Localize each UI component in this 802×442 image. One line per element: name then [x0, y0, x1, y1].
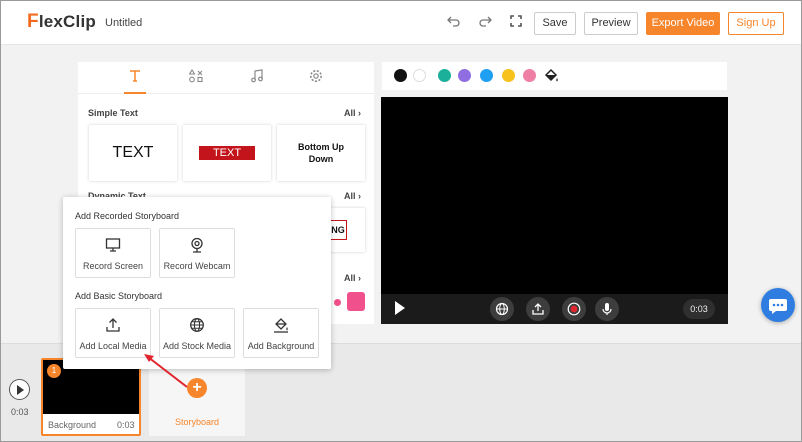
dynamic-text-peek: NG [329, 220, 347, 240]
simple-text-card[interactable]: TEXT [89, 125, 177, 181]
microphone-button[interactable] [595, 297, 619, 321]
chat-bubble-icon [769, 299, 787, 314]
timeline-play-icon[interactable] [9, 379, 30, 400]
flexclip-logo[interactable]: FlexClip [27, 11, 96, 33]
simple-text-card[interactable]: Bottom Up Down [277, 125, 365, 181]
color-toolbar [382, 62, 727, 90]
tab-settings[interactable] [306, 68, 326, 88]
storyboard-clip[interactable]: 1 Background 0:03 [41, 358, 141, 436]
paint-bucket-icon [244, 317, 318, 333]
add-local-media-button[interactable]: Add Local Media [75, 308, 151, 358]
music-icon [251, 69, 263, 83]
monitor-icon [76, 237, 150, 253]
video-preview[interactable] [381, 97, 728, 294]
globe-icon [160, 317, 234, 333]
undo-icon[interactable] [446, 14, 462, 30]
panel-tabs [78, 62, 374, 94]
color-swatch-blue[interactable] [480, 69, 493, 82]
top-bar: FlexClip Untitled Save Preview Export Vi… [1, 1, 801, 45]
color-swatch-teal[interactable] [438, 69, 451, 82]
save-button[interactable]: Save [534, 12, 576, 35]
webcam-icon [160, 237, 234, 253]
record-screen-button[interactable]: Record Screen [75, 228, 151, 278]
card-text-red-banner: TEXT [199, 146, 255, 160]
video-controls: 0:03 [381, 294, 728, 324]
recorded-storyboard-heading: Add Recorded Storyboard [75, 211, 180, 221]
export-video-button[interactable]: Export Video [646, 12, 720, 35]
clip-number-badge: 1 [47, 364, 61, 378]
color-swatch-black[interactable] [394, 69, 407, 82]
add-storyboard-button[interactable]: + [187, 378, 207, 398]
simple-text-card[interactable]: TEXT [183, 125, 271, 181]
simple-text-title: Simple Text [88, 108, 138, 118]
simple-text-all-link[interactable]: All › [344, 108, 361, 118]
pink-shape-card[interactable] [347, 292, 365, 311]
record-button[interactable] [562, 297, 586, 321]
color-swatch-pink[interactable] [523, 69, 536, 82]
upload-button[interactable] [526, 297, 550, 321]
preview-button[interactable]: Preview [584, 12, 638, 35]
add-stock-media-button[interactable]: Add Stock Media [159, 308, 235, 358]
clip-duration: 0:03 [117, 420, 135, 430]
tab-text[interactable] [125, 68, 145, 88]
clip-label: Background [48, 420, 97, 430]
upload-icon [76, 317, 150, 333]
card-text-plain: TEXT [112, 144, 154, 161]
fullscreen-icon[interactable] [508, 14, 524, 30]
sign-up-button[interactable]: Sign Up [728, 12, 784, 35]
video-time-readout: 0:03 [683, 299, 715, 319]
upload-icon [532, 303, 544, 315]
paint-bucket-icon[interactable] [543, 68, 559, 84]
add-storyboard-popup: Add Recorded Storyboard Record Screen Re… [63, 197, 331, 369]
third-section-all-link[interactable]: All › [344, 273, 361, 283]
record-icon [567, 302, 581, 316]
shapes-icon [188, 68, 203, 83]
storyboard-label: Storyboard [174, 417, 220, 427]
basic-storyboard-heading: Add Basic Storyboard [75, 291, 163, 301]
color-swatch-purple[interactable] [458, 69, 471, 82]
settings-icon [310, 70, 322, 82]
tab-music[interactable] [247, 68, 267, 88]
dynamic-text-all-link[interactable]: All › [344, 191, 361, 201]
active-tab-indicator [124, 92, 146, 94]
card-text-bottom-up: Bottom Up Down [298, 142, 344, 164]
play-icon[interactable] [395, 301, 405, 315]
redo-icon[interactable] [477, 14, 493, 30]
color-swatch-white[interactable] [413, 69, 426, 82]
app-window: FlexClip Untitled Save Preview Export Vi… [0, 0, 802, 442]
record-webcam-button[interactable]: Record Webcam [159, 228, 235, 278]
text-icon [130, 70, 140, 82]
color-swatch-yellow[interactable] [502, 69, 515, 82]
pink-dot-decoration [334, 299, 341, 306]
chat-support-button[interactable] [761, 288, 795, 322]
microphone-icon [602, 303, 612, 315]
timeline-time: 0:03 [11, 407, 29, 417]
globe-icon [495, 302, 509, 316]
tab-elements[interactable] [186, 68, 206, 88]
document-title[interactable]: Untitled [105, 17, 142, 29]
add-background-button[interactable]: Add Background [243, 308, 319, 358]
globe-button[interactable] [490, 297, 514, 321]
